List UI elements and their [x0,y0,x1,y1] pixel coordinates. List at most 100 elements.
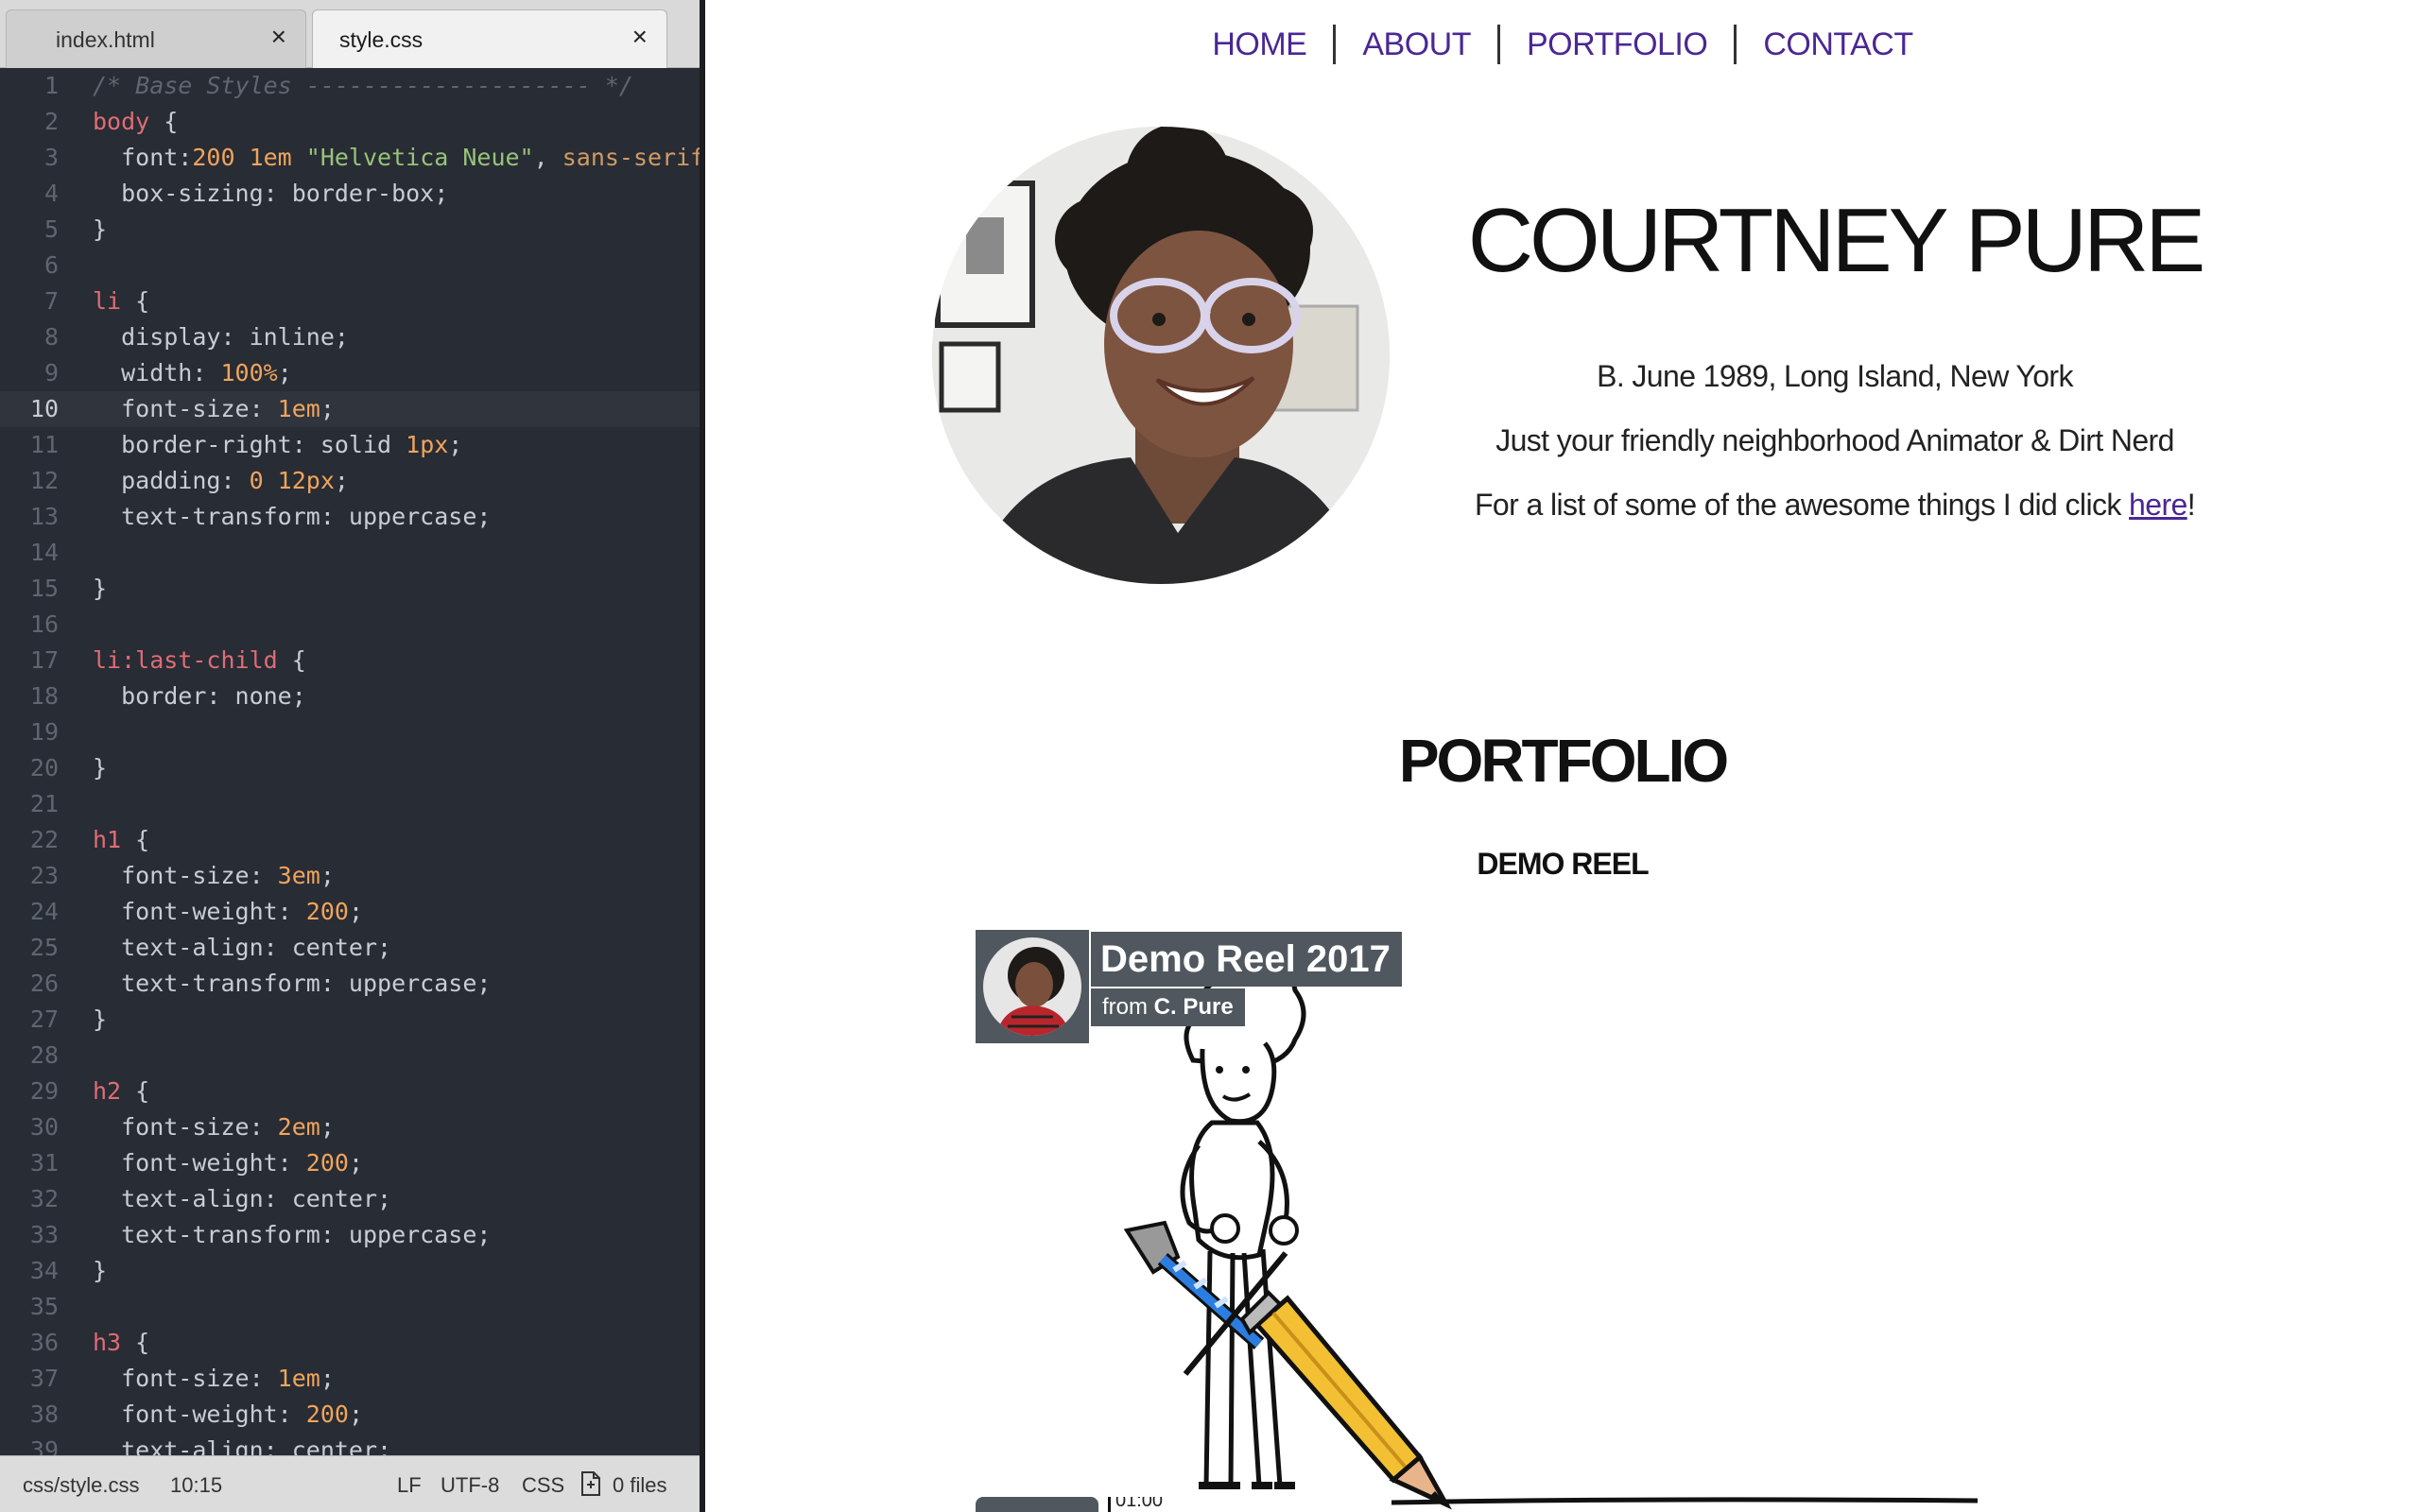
close-icon[interactable]: × [632,24,648,50]
code-line[interactable]: 8 display: inline; [0,319,700,355]
code-line[interactable]: 20} [0,750,700,786]
code-token: font-weight: [93,1149,306,1177]
code-line[interactable]: 15} [0,571,700,607]
code-line[interactable]: 5} [0,212,700,248]
code-text: } [93,1002,107,1038]
video-play-button[interactable] [976,1497,1098,1512]
code-token: ; [277,359,292,387]
line-number: 34 [29,1257,59,1284]
code-line[interactable]: 18 border: none; [0,679,700,714]
line-number: 16 [29,610,59,638]
code-line[interactable]: 33 text-transform: uppercase; [0,1217,700,1253]
code-text: font-weight: 200; [93,894,363,930]
code-token: body [93,108,150,135]
line-number: 10 [29,395,59,422]
code-token: 3em [277,862,320,889]
line-number: 18 [29,682,59,710]
code-text: font-size: 2em; [93,1109,335,1145]
hero-here-link[interactable]: here [2129,488,2187,522]
code-token: text-transform: uppercase; [93,503,492,530]
code-text: width: 100%; [93,355,292,391]
video-title[interactable]: Demo Reel 2017 [1091,932,1402,987]
code-line[interactable]: 10 font-size: 1em; [0,391,700,427]
close-icon[interactable]: × [271,24,286,50]
code-token: } [93,215,108,243]
video-author-link[interactable]: C. Pure [1154,994,1234,1020]
line-number: 2 [43,108,59,135]
code-line[interactable]: 29 h2 { [0,1074,700,1109]
code-line[interactable]: 1 /* Base Styles -------------------- */ [0,68,700,104]
code-line[interactable]: 37 font-size: 1em; [0,1361,700,1397]
code-line[interactable]: 14 [0,535,700,571]
nav-contact-link[interactable]: CONTACT [1737,25,1939,64]
code-line[interactable]: 31 font-weight: 200; [0,1145,700,1181]
nav-about-link[interactable]: ABOUT [1336,25,1500,64]
code-line[interactable]: 25 text-align: center; [0,930,700,966]
code-token: 2em [277,1113,320,1141]
code-line[interactable]: 12 padding: 0 12px; [0,463,700,499]
video-author-thumbnail[interactable] [976,930,1089,1043]
code-line[interactable]: 34} [0,1253,700,1289]
line-number: 13 [29,503,59,530]
video-player[interactable]: Demo Reel 2017 from C. Pure [976,928,2252,1512]
code-line[interactable]: 36 h3 { [0,1325,700,1361]
code-token: "Helvetica Neue" [305,144,534,171]
code-line[interactable]: 21 [0,786,700,822]
code-line[interactable]: 23 font-size: 3em; [0,858,700,894]
status-cursor-position[interactable]: 10:15 [170,1473,222,1498]
line-number: 38 [29,1400,59,1428]
code-line[interactable]: 22 h1 { [0,822,700,858]
line-number: 28 [29,1041,59,1069]
code-text: } [93,750,107,786]
code-line[interactable]: 38 font-weight: 200; [0,1397,700,1433]
code-line[interactable]: 11 border-right: solid 1px; [0,427,700,463]
code-token: 200 [305,1400,349,1428]
video-time-wrapper: 01:00 [1115,1497,1163,1512]
tab-label: index.html [56,27,155,52]
code-line[interactable]: 39 text-align: center; [0,1433,700,1455]
code-area[interactable]: 1 /* Base Styles -------------------- */ 2… [0,68,700,1455]
status-file-path[interactable]: css/style.css [23,1473,139,1498]
tab-style-css[interactable]: style.css × [312,9,667,68]
line-number: 26 [29,970,59,997]
status-encoding[interactable]: UTF-8 [441,1473,499,1498]
code-line[interactable]: 19 [0,714,700,750]
code-token: font-size: [93,1365,278,1392]
status-file-count[interactable]: 0 files [613,1473,666,1498]
line-number: 12 [29,467,59,494]
code-line[interactable]: 4 box-sizing: border-box; [0,176,700,212]
status-grammar[interactable]: CSS [522,1473,564,1498]
code-token: width: [93,359,221,387]
code-line[interactable]: 16 [0,607,700,643]
code-line[interactable]: 35 [0,1289,700,1325]
code-line[interactable]: 13 text-transform: uppercase; [0,499,700,535]
code-line[interactable]: 3 font:200 1em "Helvetica Neue", sans-se… [0,140,700,176]
code-text: h2 { [93,1074,149,1109]
status-line-ending[interactable]: LF [397,1473,422,1498]
hero-cta-suffix: ! [2187,488,2196,522]
code-line[interactable]: 24 font-weight: 200; [0,894,700,930]
code-line[interactable]: 2 body { [0,104,700,140]
code-line[interactable]: 28 [0,1038,700,1074]
line-number: 32 [29,1185,59,1212]
line-number: 11 [29,431,59,458]
code-line[interactable]: 17 li:last-child { [0,643,700,679]
code-line[interactable]: 6 [0,248,700,284]
code-line[interactable]: 27} [0,1002,700,1038]
code-token: text-transform: uppercase; [93,970,492,997]
nav-home-link[interactable]: HOME [1185,25,1337,64]
code-line[interactable]: 26 text-transform: uppercase; [0,966,700,1002]
code-line[interactable]: 9 width: 100%; [0,355,700,391]
tab-index-html[interactable]: index.html × [6,9,306,68]
code-line[interactable]: 32 text-align: center; [0,1181,700,1217]
code-token: } [93,754,108,782]
code-token: sans-serif; [562,144,700,171]
code-token: font-weight: [93,898,306,925]
nav-portfolio-link[interactable]: PORTFOLIO [1500,25,1737,64]
line-number: 30 [29,1113,59,1141]
code-token: } [93,575,108,602]
code-line[interactable]: 30 font-size: 2em; [0,1109,700,1145]
code-token: { [121,1329,150,1356]
code-line[interactable]: 7 li { [0,284,700,319]
code-token: 1px [406,431,449,458]
